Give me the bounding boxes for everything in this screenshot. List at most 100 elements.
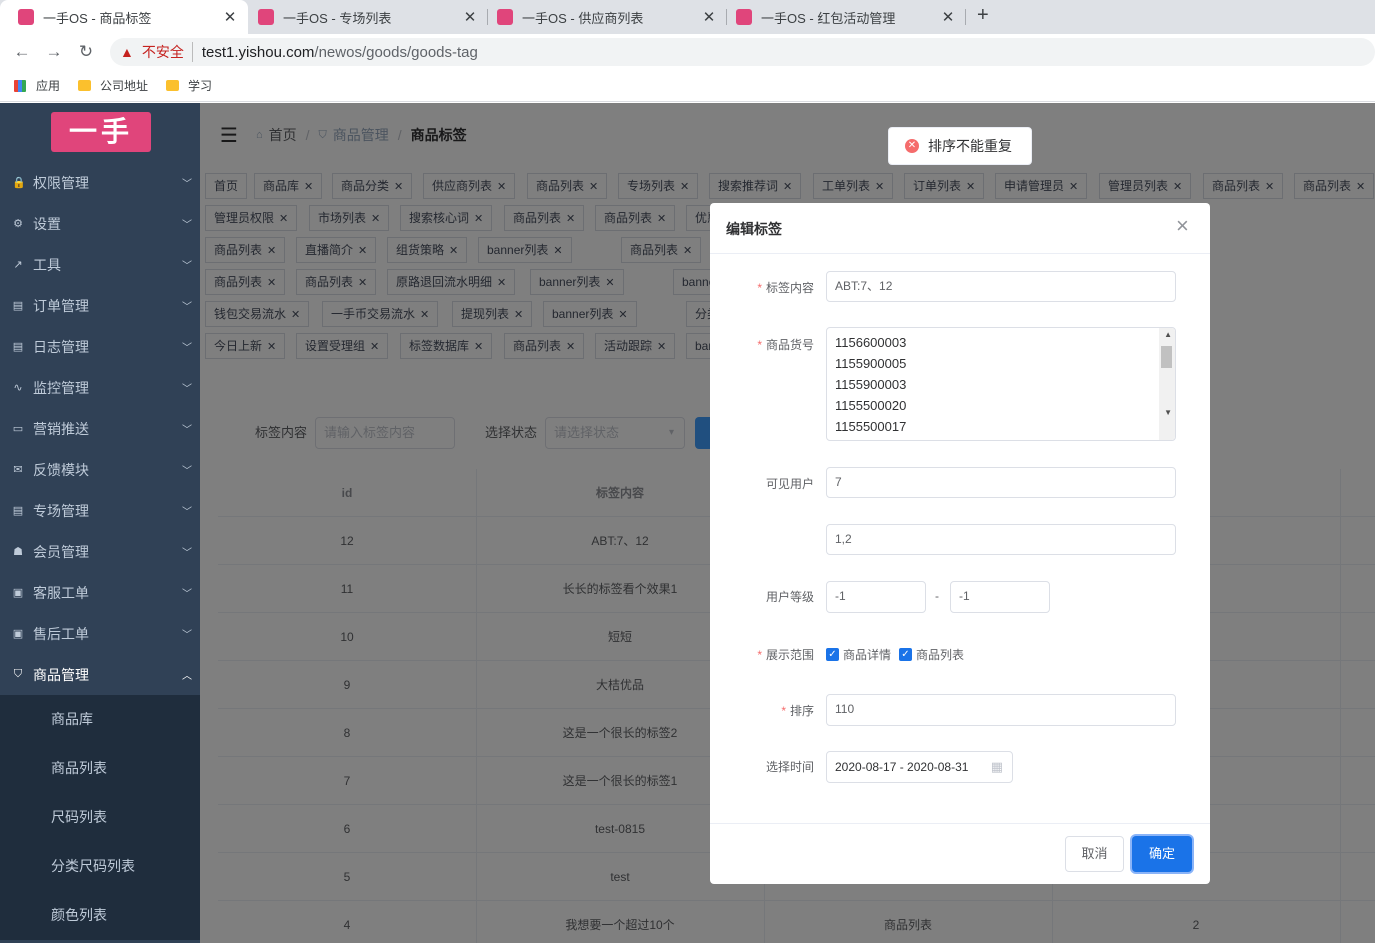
doc-icon: ▤ [12, 505, 24, 517]
bookmark-apps[interactable]: 应用 [14, 77, 60, 94]
site-favicon-icon [497, 9, 513, 25]
visible-users-input-2[interactable]: 1,2 [826, 524, 1176, 555]
reload-icon[interactable]: ↻ [70, 42, 102, 62]
sidebar-menu-item[interactable]: ↗ 工具 ﹀ [0, 244, 200, 285]
sidebar-submenu-item[interactable]: 分类尺码列表 [0, 842, 200, 891]
sku-line: 1156600003 [835, 335, 907, 350]
sidebar-menu-item[interactable]: ⛉ 商品管理 ︿ [0, 654, 200, 695]
warning-icon: ▲ [120, 44, 134, 60]
back-icon[interactable]: ← [6, 42, 38, 62]
sidebar-submenu-item[interactable]: 商品库 [0, 695, 200, 744]
sku-line: 1155900005 [835, 356, 907, 371]
sort-input[interactable]: 110 [826, 694, 1176, 726]
level-min-input[interactable]: -1 [826, 581, 926, 613]
sidebar-menu-item[interactable]: ▤ 日志管理 ﹀ [0, 326, 200, 367]
wrench-icon: ↗ [13, 259, 23, 271]
visible-users-input[interactable]: 7 [826, 467, 1176, 498]
scope-checkbox-list[interactable]: ✓ 商品列表 [899, 646, 964, 663]
checkbox-label: 商品详情 [843, 648, 892, 662]
scrollbar-thumb[interactable] [1161, 346, 1172, 368]
sidebar-menu-label: 商品管理 [33, 666, 89, 683]
insecure-label: 不安全 [142, 42, 193, 62]
date-range-picker[interactable]: 2020-08-17 - 2020-08-31 ▦ [826, 751, 1013, 783]
sidebar-menu-item[interactable]: ☗ 会员管理 ﹀ [0, 531, 200, 572]
apps-grid-icon [14, 79, 26, 92]
browser-tab-supplier-list[interactable]: 一手OS - 供应商列表 ✕ [479, 0, 727, 34]
sidebar-menu-item[interactable]: ▣ 售后工单 ﹀ [0, 613, 200, 654]
content-input[interactable]: ABT:7、12 [826, 271, 1176, 302]
sidebar-menu-label: 订单管理 [33, 297, 89, 314]
chevron-down-icon: ﹀ [182, 589, 192, 600]
divider [710, 253, 1210, 254]
browser-tab-redpacket[interactable]: 一手OS - 红包活动管理 ✕ [718, 0, 966, 34]
forward-icon[interactable]: → [38, 42, 70, 62]
scroll-down-icon[interactable]: ▼ [1164, 408, 1172, 417]
site-favicon-icon [18, 9, 34, 25]
chevron-down-icon: ﹀ [182, 466, 192, 477]
sidebar-menu-item[interactable]: ⚙ 设置 ﹀ [0, 203, 200, 244]
checkbox-checked-icon: ✓ [826, 648, 839, 661]
mail-icon: ✉ [13, 464, 23, 476]
sku-line: 1155500020 [835, 398, 907, 413]
sidebar-menu-item[interactable]: ▤ 订单管理 ﹀ [0, 285, 200, 326]
sidebar-menu-label: 售后工单 [33, 625, 89, 642]
tab-title: 一手OS - 红包活动管理 [761, 10, 896, 26]
cancel-button[interactable]: 取消 [1065, 836, 1124, 872]
confirm-button[interactable]: 确定 [1132, 836, 1192, 872]
bookmark-company[interactable]: 公司地址 [78, 77, 148, 94]
chevron-down-icon: ﹀ [182, 302, 192, 313]
chevron-down-icon: ﹀ [182, 220, 192, 231]
bookmark-label: 应用 [36, 79, 61, 93]
sidebar-menu-label: 专场管理 [33, 502, 89, 519]
calendar-icon: ▦ [990, 759, 1003, 774]
divider [710, 823, 1210, 824]
chevron-down-icon: ﹀ [182, 179, 192, 190]
sidebar-menu-label: 客服工单 [33, 584, 89, 601]
chevron-down-icon: ﹀ [182, 630, 192, 641]
sidebar-submenu-item[interactable]: 商品列表 [0, 744, 200, 793]
chevron-down-icon: ﹀ [182, 343, 192, 354]
scope-checkbox-detail[interactable]: ✓ 商品详情 [826, 646, 891, 663]
site-favicon-icon [736, 9, 752, 25]
bookmark-study[interactable]: 学习 [166, 77, 212, 94]
close-tab-icon[interactable]: ✕ [222, 8, 238, 26]
order-icon: ▤ [12, 300, 24, 312]
sku-textarea[interactable]: 1156600003 1155900005 1155900003 1155500… [826, 327, 1176, 441]
visible-users-label: 可见用户 [765, 477, 814, 491]
new-tab-icon[interactable]: + [977, 4, 989, 27]
sidebar-menu-item[interactable]: ▣ 客服工单 ﹀ [0, 572, 200, 613]
sidebar-menu-label: 日志管理 [33, 338, 89, 355]
ticket-icon: ▣ [12, 587, 24, 599]
omnibox[interactable]: ▲ 不安全 test1.yishou.com/newos/goods/goods… [110, 38, 1375, 66]
people-icon: ☗ [13, 546, 23, 558]
close-icon[interactable]: × [1176, 215, 1189, 237]
url-text: test1.yishou.com/newos/goods/goods-tag [202, 44, 478, 61]
sidebar-submenu-item[interactable]: 颜色列表 [0, 891, 200, 940]
sidebar-menu-label: 设置 [33, 215, 61, 232]
sidebar-menu-item[interactable]: ✉ 反馈模块 ﹀ [0, 449, 200, 490]
sidebar-menu-label: 反馈模块 [33, 461, 89, 478]
sidebar-menu-label: 营销推送 [33, 420, 89, 437]
sidebar-menu-item[interactable]: 🔒 权限管理 ﹀ [0, 162, 200, 203]
level-label: 用户等级 [765, 590, 814, 604]
browser-tab-special-list[interactable]: 一手OS - 专场列表 ✕ [240, 0, 488, 34]
tab-title: 一手OS - 专场列表 [283, 10, 392, 26]
sidebar-menu-item[interactable]: ∿ 监控管理 ﹀ [0, 367, 200, 408]
folder-icon [166, 80, 180, 91]
close-tab-icon[interactable]: ✕ [940, 8, 956, 26]
sidebar-submenu-item[interactable]: 尺码列表 [0, 793, 200, 842]
scrollbar[interactable]: ▲ ▼ [1159, 328, 1175, 440]
sort-label: * 排序 [781, 704, 814, 718]
sidebar-menu-item[interactable]: ▤ 专场管理 ﹀ [0, 490, 200, 531]
error-toast: ✕ 排序不能重复 [888, 127, 1032, 165]
app-logo: 一手 [51, 112, 151, 152]
scroll-up-icon[interactable]: ▲ [1164, 330, 1172, 339]
sidebar-menu-item[interactable]: ▭ 营销推送 ﹀ [0, 408, 200, 449]
browser-tab-goods-tag[interactable]: 一手OS - 商品标签 ✕ [0, 0, 248, 34]
app-sidebar: 一手 🔒 权限管理 ﹀ ⚙ 设置 ﹀ ↗ 工具 ﹀ ▤ 订单管理 ﹀ ▤ 日志管理 ﹀ ∿ 监控管理 ﹀ ▭ 营销推送… [0, 103, 200, 943]
close-tab-icon[interactable]: ✕ [462, 8, 478, 26]
card-icon: ▭ [12, 423, 24, 435]
sidebar-menu-label: 监控管理 [33, 379, 89, 396]
level-max-input[interactable]: -1 [950, 581, 1050, 613]
close-tab-icon[interactable]: ✕ [701, 8, 717, 26]
